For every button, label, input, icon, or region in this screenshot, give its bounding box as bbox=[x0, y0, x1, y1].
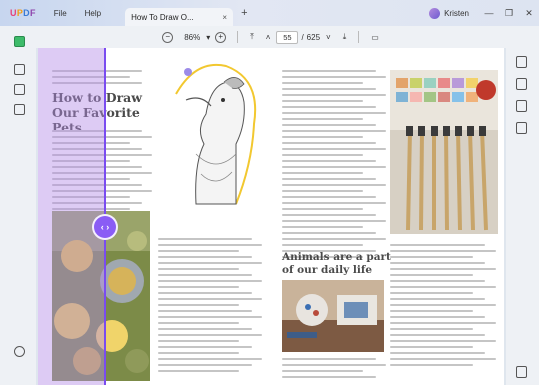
edit-icon[interactable] bbox=[14, 84, 25, 95]
paints-brushes-photo bbox=[390, 70, 498, 234]
compare-overlay bbox=[38, 48, 104, 385]
page-total: 625 bbox=[306, 32, 321, 42]
zoom-in-button[interactable]: + bbox=[215, 31, 227, 43]
dog-illustration bbox=[166, 54, 264, 214]
previous-page-icon[interactable]: ˄ bbox=[266, 33, 271, 42]
text-block bbox=[282, 70, 386, 262]
title-bar: UPDF File Help How To Draw O... × + Kris… bbox=[0, 0, 539, 26]
save-icon[interactable] bbox=[516, 366, 527, 378]
text-block bbox=[158, 238, 262, 376]
app-logo: UPDF bbox=[10, 8, 36, 18]
page-separator: / bbox=[301, 32, 304, 42]
organize-pages-icon[interactable] bbox=[14, 104, 25, 115]
document-canvas[interactable]: How to Draw Our Favorite Pets Animals ar… bbox=[38, 48, 504, 385]
zoom-level[interactable]: 86% bbox=[184, 33, 200, 42]
user-name: Kristen bbox=[444, 8, 469, 18]
heading-animals: Animals are a part of our daily life bbox=[282, 251, 391, 276]
left-tool-bar bbox=[0, 26, 36, 385]
text-block bbox=[282, 358, 386, 382]
share-icon[interactable] bbox=[516, 122, 527, 134]
zoom-out-button[interactable]: − bbox=[162, 31, 174, 43]
reader-mode-icon[interactable] bbox=[14, 36, 25, 47]
right-tool-bar bbox=[506, 26, 539, 385]
ocr-icon[interactable] bbox=[516, 56, 527, 68]
last-page-icon[interactable]: ⤓ bbox=[343, 32, 347, 42]
avatar bbox=[429, 7, 441, 19]
new-tab-button[interactable]: + bbox=[241, 7, 247, 19]
minimize-button[interactable]: — bbox=[479, 8, 499, 18]
first-page-icon[interactable]: ⤒ bbox=[250, 32, 254, 42]
close-window-button[interactable]: ✕ bbox=[519, 8, 539, 19]
user-account[interactable]: Kristen bbox=[429, 7, 469, 19]
layers-icon[interactable] bbox=[14, 346, 25, 357]
next-page-icon[interactable]: ˅ bbox=[326, 33, 331, 42]
page-number-input[interactable]: 55 bbox=[276, 30, 299, 44]
zoom-dropdown-icon[interactable]: ▾ bbox=[206, 33, 210, 42]
menu-file[interactable]: File bbox=[54, 9, 67, 18]
painting-desk-photo bbox=[282, 280, 384, 352]
presentation-icon[interactable]: ▭ bbox=[371, 33, 379, 42]
menu-help[interactable]: Help bbox=[85, 9, 101, 18]
page-toolbar: − 86% ▾ + ⤒ ˄ 55 / 625 ˅ ⤓ ▭ bbox=[36, 26, 506, 48]
text-block bbox=[390, 244, 496, 370]
convert-icon[interactable] bbox=[516, 78, 527, 90]
toolbar-divider bbox=[237, 31, 239, 43]
document-tab[interactable]: How To Draw O... × bbox=[125, 8, 234, 26]
tab-title: How To Draw O... bbox=[131, 12, 194, 22]
toolbar-divider bbox=[358, 31, 360, 43]
comment-icon[interactable] bbox=[14, 64, 25, 75]
tab-close-icon[interactable]: × bbox=[222, 13, 227, 22]
protect-icon[interactable] bbox=[516, 100, 527, 112]
compare-slider-handle[interactable]: ‹ › bbox=[92, 214, 118, 240]
restore-button[interactable]: ❐ bbox=[499, 8, 519, 19]
